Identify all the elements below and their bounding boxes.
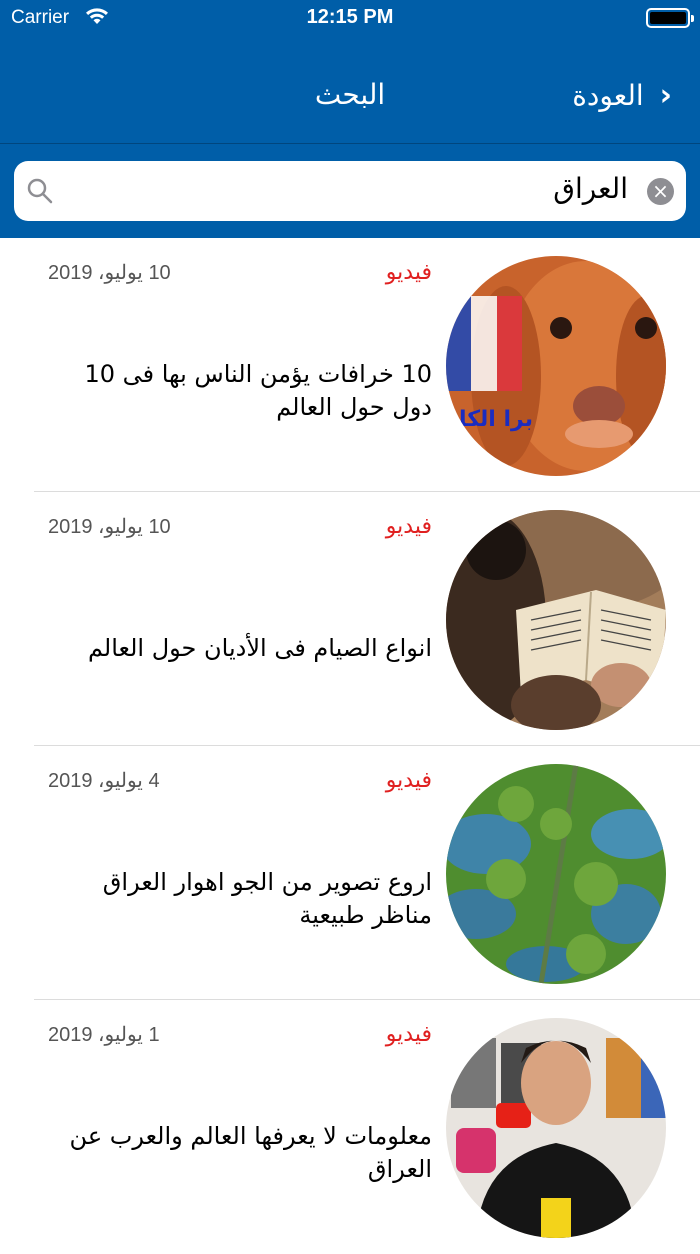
list-item[interactable]: فيديو 1 يوليو، 2019 معلومات لا يعرفها ال… [0, 1000, 700, 1254]
search-icon [27, 178, 53, 204]
date-label: 10 يوليو، 2019 [48, 262, 171, 284]
date-label: 1 يوليو، 2019 [48, 1024, 160, 1046]
back-label: العودة [572, 79, 644, 112]
date-label: 4 يوليو، 2019 [48, 770, 160, 792]
category-label: فيديو [385, 1022, 432, 1047]
thumbnail-presenter [446, 1018, 666, 1238]
status-bar: Carrier 12:15 PM [0, 0, 700, 40]
result-title: انواع الصيام فى الأديان حول العالم [87, 634, 432, 662]
search-query: العراق [553, 172, 628, 205]
nav-bar: البحث العودة › [0, 60, 700, 140]
category-label: فيديو [385, 514, 432, 539]
search-input[interactable]: × العراق [14, 161, 686, 221]
thumbnail-overlay-text: برا الكا [459, 407, 533, 432]
category-label: فيديو [385, 260, 432, 285]
thumbnail-dog: برا الكا [446, 256, 666, 476]
back-button[interactable]: العودة › [572, 78, 672, 113]
date-label: 10 يوليو، 2019 [48, 516, 171, 538]
list-item[interactable]: فيديو 10 يوليو، 2019 انواع الصيام فى الأ… [0, 492, 700, 746]
battery-icon [646, 8, 694, 28]
thumbnail-reading [446, 510, 666, 730]
chevron-right-icon: › [659, 78, 672, 113]
category-label: فيديو [385, 768, 432, 793]
list-item[interactable]: برا الكا فيديو 10 يوليو، 2019 10 خرافات … [0, 238, 700, 492]
nav-divider [0, 143, 700, 144]
app-header: Carrier 12:15 PM البحث العودة › × العراق [0, 0, 700, 238]
result-title: 10 خرافات يؤمن الناس بها فى 10 دول حول ا… [84, 360, 432, 421]
list-item[interactable]: فيديو 4 يوليو، 2019 اروع تصوير من الجو ا… [0, 746, 700, 1000]
result-title: اروع تصوير من الجو اهوار العراق مناظر طب… [102, 868, 432, 929]
clear-search-icon[interactable]: × [647, 178, 674, 205]
thumbnail-marshes [446, 764, 666, 984]
status-time: 12:15 PM [306, 6, 394, 28]
result-title: معلومات لا يعرفها العالم والعرب عن العرا… [69, 1122, 432, 1183]
